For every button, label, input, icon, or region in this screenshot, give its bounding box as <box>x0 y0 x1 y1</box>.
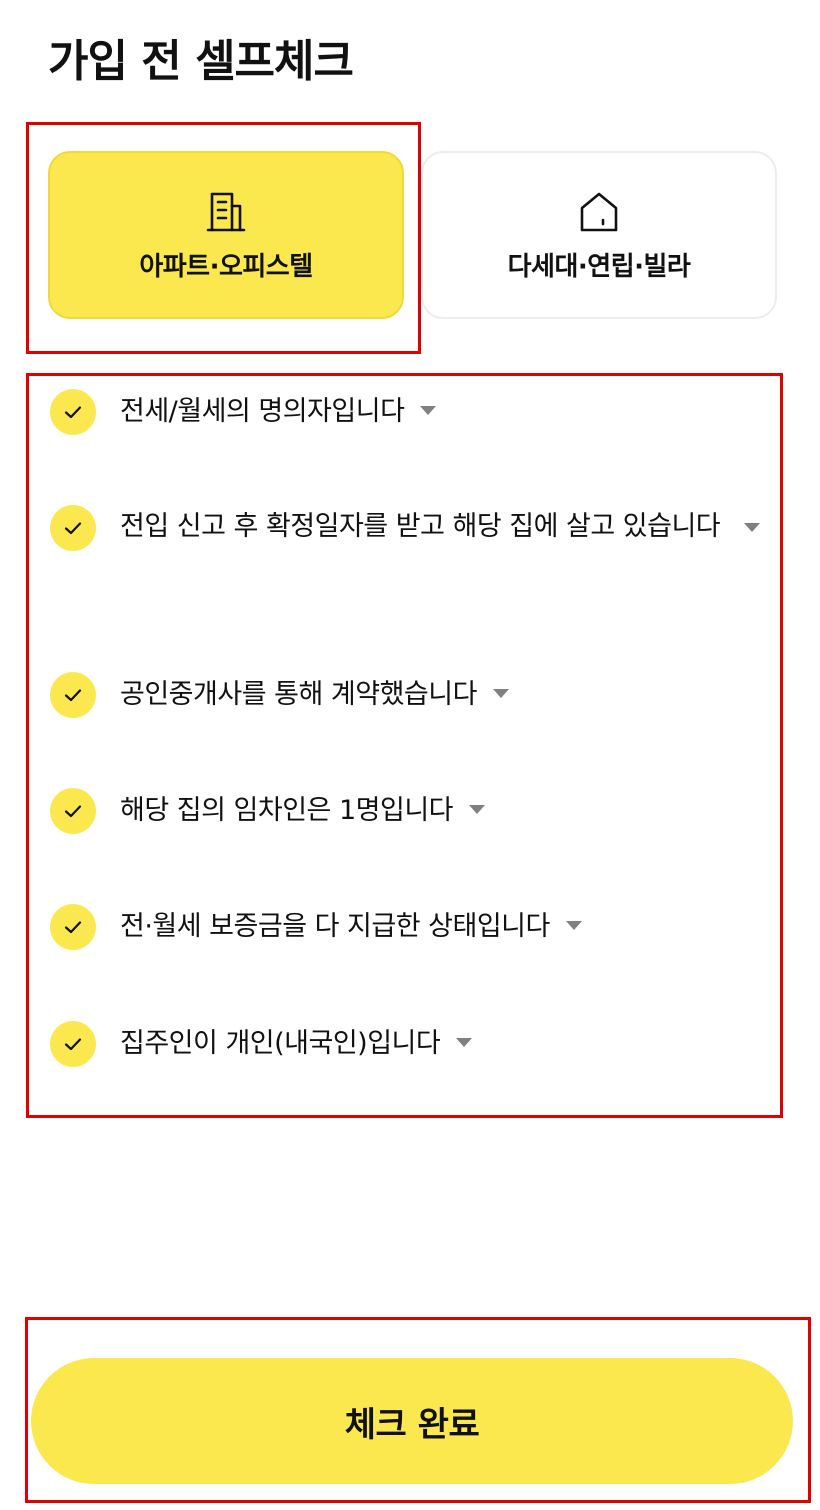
chevron-down-icon[interactable] <box>565 921 582 930</box>
checklist-item[interactable]: 집주인이 개인(내국인)입니다 <box>48 1018 768 1070</box>
checklist-item-text: 집주인이 개인(내국인)입니다 <box>120 1028 441 1059</box>
checklist-item-text: 공인중개사를 통해 계약했습니다 <box>120 679 477 710</box>
check-icon <box>64 406 82 419</box>
house-icon <box>580 192 618 231</box>
checkbox-checked[interactable] <box>50 904 96 950</box>
checkbox-checked[interactable] <box>50 788 96 834</box>
self-check-page: 가입 전 셀프체크 아파트·오피스텔 다세대·연립·빌라 전세/월세의 명의자입… <box>0 0 820 1510</box>
apartment-building-icon <box>206 192 246 231</box>
checklist-item[interactable]: 전·월세 보증금을 다 지급한 상태입니다 <box>48 901 768 953</box>
checkbox-checked[interactable] <box>50 389 96 435</box>
check-complete-button[interactable]: 체크 완료 <box>31 1358 793 1484</box>
checklist-item[interactable]: 공인중개사를 통해 계약했습니다 <box>48 669 768 721</box>
housing-type-label: 다세대·연립·빌라 <box>507 251 691 282</box>
checkbox-checked[interactable] <box>50 1021 96 1067</box>
chevron-down-icon[interactable] <box>469 805 486 814</box>
checklist-item[interactable]: 해당 집의 임차인은 1명입니다 <box>48 785 768 837</box>
checklist-item-text: 전·월세 보증금을 다 지급한 상태입니다 <box>120 911 550 942</box>
housing-type-label: 아파트·오피스텔 <box>139 251 313 282</box>
checkbox-checked[interactable] <box>50 505 96 551</box>
checklist-item[interactable]: 전세/월세의 명의자입니다 <box>48 386 768 438</box>
check-icon <box>64 522 82 535</box>
check-icon <box>64 921 82 934</box>
check-icon <box>64 689 82 702</box>
housing-type-apartment-card[interactable]: 아파트·오피스텔 <box>48 151 404 319</box>
housing-type-villa-card[interactable]: 다세대·연립·빌라 <box>421 151 777 319</box>
checklist-item-text: 해당 집의 임차인은 1명입니다 <box>120 795 454 826</box>
checklist-item[interactable]: 전입 신고 후 확정일자를 받고 해당 집에 살고 있습니다 <box>48 501 768 605</box>
highlight-box-checklist <box>26 373 783 1118</box>
check-icon <box>64 1038 82 1051</box>
checklist-item-text: 전세/월세의 명의자입니다 <box>120 396 405 427</box>
checklist-item-text: 전입 신고 후 확정일자를 받고 해당 집에 살고 있습니다 <box>120 511 721 542</box>
check-icon <box>64 805 82 818</box>
chevron-down-icon[interactable] <box>420 406 437 415</box>
chevron-down-icon[interactable] <box>456 1038 473 1047</box>
page-title: 가입 전 셀프체크 <box>48 36 354 87</box>
chevron-down-icon[interactable] <box>744 523 760 532</box>
chevron-down-icon[interactable] <box>492 689 509 698</box>
checkbox-checked[interactable] <box>50 672 96 718</box>
